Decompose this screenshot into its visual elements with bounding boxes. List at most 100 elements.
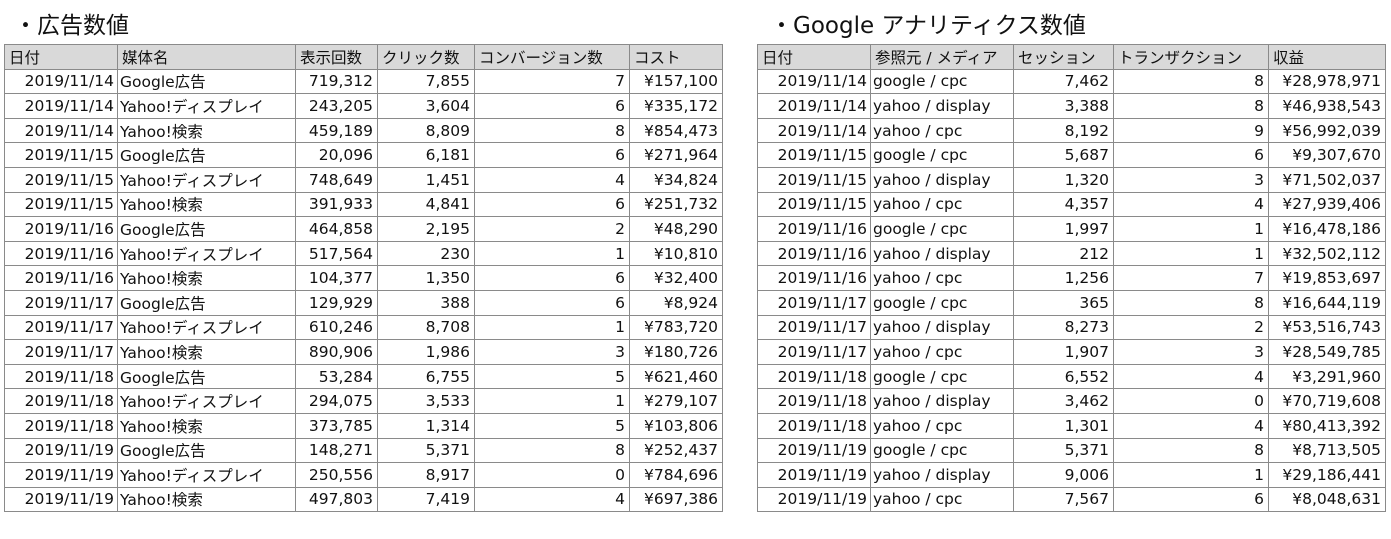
- ads-cell-date[interactable]: 2019/11/14: [4, 117, 118, 144]
- ga-cell-sessions[interactable]: 6,552: [1013, 363, 1114, 390]
- ga-cell-transactions[interactable]: 9: [1113, 117, 1269, 144]
- ads-cell-cost[interactable]: ¥180,726: [629, 339, 723, 365]
- ga-cell-sessions[interactable]: 1,256: [1013, 265, 1114, 291]
- ga-header-sessions[interactable]: セッション: [1013, 44, 1114, 70]
- ads-cell-media[interactable]: Yahoo!検索: [117, 265, 296, 291]
- ads-cell-clicks[interactable]: 6,755: [377, 363, 475, 390]
- ads-cell-conversions[interactable]: 3: [474, 339, 630, 365]
- ads-cell-impressions[interactable]: 148,271: [295, 437, 378, 464]
- ga-cell-revenue[interactable]: ¥8,048,631: [1268, 486, 1386, 513]
- ads-cell-cost[interactable]: ¥8,924: [629, 289, 723, 316]
- ads-cell-conversions[interactable]: 6: [474, 93, 630, 119]
- ads-cell-media[interactable]: Yahoo!ディスプレイ: [117, 462, 296, 488]
- ga-cell-date[interactable]: 2019/11/15: [757, 166, 871, 193]
- ads-cell-media[interactable]: Yahoo!ディスプレイ: [117, 93, 296, 119]
- ads-cell-cost[interactable]: ¥251,732: [629, 191, 723, 218]
- ads-cell-media[interactable]: Yahoo!ディスプレイ: [117, 314, 296, 341]
- ads-cell-clicks[interactable]: 6,181: [377, 142, 475, 168]
- ga-cell-date[interactable]: 2019/11/18: [757, 388, 871, 414]
- ads-cell-media[interactable]: Yahoo!検索: [117, 117, 296, 144]
- ga-cell-sessions[interactable]: 212: [1013, 240, 1114, 267]
- ads-cell-impressions[interactable]: 719,312: [295, 68, 378, 95]
- ga-cell-transactions[interactable]: 8: [1113, 289, 1269, 316]
- ads-cell-media[interactable]: Yahoo!ディスプレイ: [117, 240, 296, 267]
- ga-cell-date[interactable]: 2019/11/17: [757, 314, 871, 341]
- ads-cell-clicks[interactable]: 230: [377, 240, 475, 267]
- ads-cell-date[interactable]: 2019/11/15: [4, 142, 118, 168]
- ads-cell-conversions[interactable]: 8: [474, 437, 630, 464]
- ads-cell-clicks[interactable]: 1,986: [377, 339, 475, 365]
- ads-cell-cost[interactable]: ¥48,290: [629, 216, 723, 242]
- ads-cell-clicks[interactable]: 3,533: [377, 388, 475, 414]
- ads-cell-impressions[interactable]: 464,858: [295, 216, 378, 242]
- ads-cell-media[interactable]: Yahoo!ディスプレイ: [117, 166, 296, 193]
- ads-cell-cost[interactable]: ¥697,386: [629, 486, 723, 513]
- ads-cell-date[interactable]: 2019/11/16: [4, 240, 118, 267]
- ga-cell-transactions[interactable]: 2: [1113, 314, 1269, 341]
- ga-cell-date[interactable]: 2019/11/19: [757, 486, 871, 513]
- ga-cell-transactions[interactable]: 8: [1113, 68, 1269, 95]
- ads-cell-conversions[interactable]: 5: [474, 412, 630, 439]
- ga-cell-transactions[interactable]: 4: [1113, 191, 1269, 218]
- ga-cell-sessions[interactable]: 1,997: [1013, 216, 1114, 242]
- ads-cell-cost[interactable]: ¥783,720: [629, 314, 723, 341]
- ads-cell-date[interactable]: 2019/11/19: [4, 486, 118, 513]
- ads-cell-date[interactable]: 2019/11/19: [4, 437, 118, 464]
- ga-cell-date[interactable]: 2019/11/14: [757, 117, 871, 144]
- ads-cell-conversions[interactable]: 8: [474, 117, 630, 144]
- ga-cell-sessions[interactable]: 5,687: [1013, 142, 1114, 168]
- ga-cell-transactions[interactable]: 6: [1113, 486, 1269, 513]
- ga-cell-revenue[interactable]: ¥71,502,037: [1268, 166, 1386, 193]
- ads-header-conversions[interactable]: コンバージョン数: [474, 44, 630, 70]
- ads-cell-impressions[interactable]: 294,075: [295, 388, 378, 414]
- ga-cell-sessions[interactable]: 1,907: [1013, 339, 1114, 365]
- ads-cell-date[interactable]: 2019/11/16: [4, 265, 118, 291]
- ga-cell-transactions[interactable]: 1: [1113, 216, 1269, 242]
- ads-cell-date[interactable]: 2019/11/18: [4, 363, 118, 390]
- ga-cell-revenue[interactable]: ¥29,186,441: [1268, 462, 1386, 488]
- ads-cell-cost[interactable]: ¥34,824: [629, 166, 723, 193]
- ads-cell-impressions[interactable]: 391,933: [295, 191, 378, 218]
- ga-cell-source-medium[interactable]: yahoo / cpc: [870, 265, 1014, 291]
- ga-cell-source-medium[interactable]: yahoo / display: [870, 240, 1014, 267]
- ads-cell-media[interactable]: Yahoo!検索: [117, 412, 296, 439]
- ga-cell-date[interactable]: 2019/11/16: [757, 265, 871, 291]
- ads-cell-conversions[interactable]: 7: [474, 68, 630, 95]
- ads-cell-date[interactable]: 2019/11/15: [4, 191, 118, 218]
- ads-cell-media[interactable]: Google広告: [117, 142, 296, 168]
- ads-cell-cost[interactable]: ¥854,473: [629, 117, 723, 144]
- ga-cell-revenue[interactable]: ¥46,938,543: [1268, 93, 1386, 119]
- ga-cell-transactions[interactable]: 8: [1113, 93, 1269, 119]
- ga-cell-source-medium[interactable]: google / cpc: [870, 437, 1014, 464]
- ads-cell-cost[interactable]: ¥784,696: [629, 462, 723, 488]
- ads-cell-cost[interactable]: ¥10,810: [629, 240, 723, 267]
- ga-cell-source-medium[interactable]: yahoo / cpc: [870, 117, 1014, 144]
- ga-cell-revenue[interactable]: ¥56,992,039: [1268, 117, 1386, 144]
- ads-cell-conversions[interactable]: 2: [474, 216, 630, 242]
- ads-cell-media[interactable]: Google広告: [117, 289, 296, 316]
- ads-cell-clicks[interactable]: 4,841: [377, 191, 475, 218]
- ads-cell-conversions[interactable]: 1: [474, 314, 630, 341]
- ga-cell-source-medium[interactable]: yahoo / display: [870, 93, 1014, 119]
- ga-cell-sessions[interactable]: 365: [1013, 289, 1114, 316]
- ga-cell-sessions[interactable]: 4,357: [1013, 191, 1114, 218]
- ads-cell-clicks[interactable]: 3,604: [377, 93, 475, 119]
- ga-cell-source-medium[interactable]: yahoo / display: [870, 314, 1014, 341]
- ga-cell-source-medium[interactable]: yahoo / display: [870, 166, 1014, 193]
- ads-cell-cost[interactable]: ¥252,437: [629, 437, 723, 464]
- ads-cell-impressions[interactable]: 53,284: [295, 363, 378, 390]
- ga-header-transactions[interactable]: トランザクション: [1113, 44, 1269, 70]
- ga-cell-sessions[interactable]: 9,006: [1013, 462, 1114, 488]
- ga-cell-date[interactable]: 2019/11/19: [757, 462, 871, 488]
- ads-cell-media[interactable]: Yahoo!検索: [117, 486, 296, 513]
- ga-cell-revenue[interactable]: ¥16,478,186: [1268, 216, 1386, 242]
- ads-cell-clicks[interactable]: 8,809: [377, 117, 475, 144]
- ads-cell-media[interactable]: Yahoo!ディスプレイ: [117, 388, 296, 414]
- ads-cell-impressions[interactable]: 243,205: [295, 93, 378, 119]
- ads-cell-media[interactable]: Google広告: [117, 363, 296, 390]
- ga-cell-revenue[interactable]: ¥3,291,960: [1268, 363, 1386, 390]
- ga-cell-transactions[interactable]: 6: [1113, 142, 1269, 168]
- ads-cell-impressions[interactable]: 373,785: [295, 412, 378, 439]
- ads-cell-clicks[interactable]: 5,371: [377, 437, 475, 464]
- ads-cell-conversions[interactable]: 6: [474, 142, 630, 168]
